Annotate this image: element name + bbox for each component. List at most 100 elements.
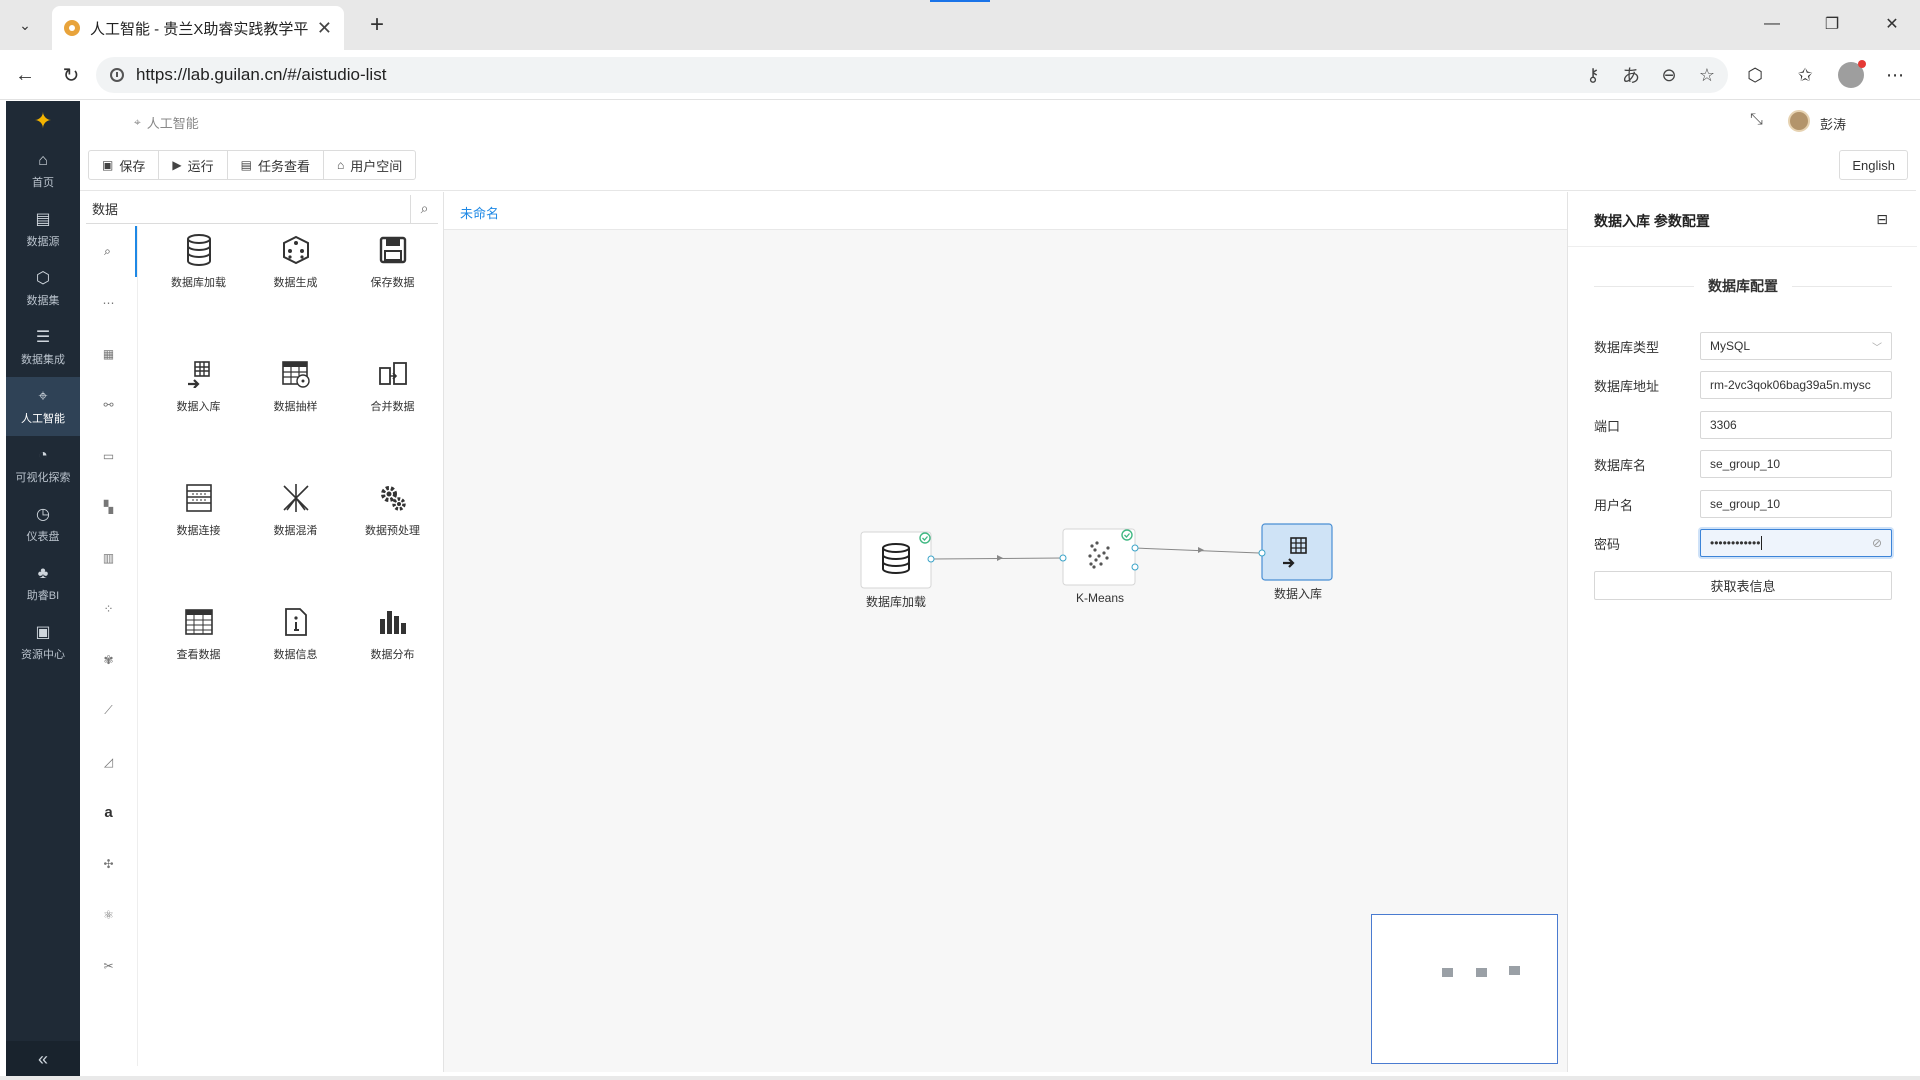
- more-menu-icon[interactable]: ⋯: [1880, 60, 1910, 90]
- category-atom-icon[interactable]: ⚛: [80, 889, 137, 940]
- sidebar-item-data-integration[interactable]: ☰ 数据集成: [6, 318, 80, 377]
- category-tools-icon[interactable]: ✂: [80, 940, 137, 991]
- eye-slash-icon[interactable]: ⊘: [1872, 536, 1882, 550]
- node-label: 数据入库: [1274, 587, 1323, 601]
- sidebar-item-home[interactable]: ⌂ 首页: [6, 141, 80, 200]
- dice-icon: [278, 232, 314, 268]
- task-view-button[interactable]: ▤ 任务查看: [228, 151, 324, 179]
- sidebar-item-dataset[interactable]: ⬡ 数据集: [6, 259, 80, 318]
- field-db-type: 数据库类型 MySQL ﹀: [1594, 332, 1892, 360]
- browser-tab-active[interactable]: 人工智能 - 贵兰X助睿实践教学平台 ✕: [52, 6, 344, 50]
- reload-icon[interactable]: ↻: [56, 60, 86, 90]
- section-label: 数据库配置: [1708, 278, 1778, 294]
- field-db-address: 数据库地址 rm-2vc3qok06bag39a5n.mysc: [1594, 371, 1892, 399]
- category-card-icon[interactable]: ▭: [80, 430, 137, 481]
- canvas-minimap[interactable]: [1371, 914, 1558, 1064]
- username-input[interactable]: se_group_10: [1700, 490, 1892, 518]
- component-label: 数据库加载: [171, 277, 226, 289]
- category-link-icon[interactable]: ⚯: [80, 379, 137, 430]
- collapse-sidebar-icon[interactable]: «: [6, 1041, 80, 1077]
- node-database-load[interactable]: [860, 531, 935, 589]
- component-data-info[interactable]: 数据信息: [247, 588, 344, 712]
- sidebar-item-visual-explore[interactable]: ◔ 可视化探索: [6, 436, 80, 495]
- url-text[interactable]: https://lab.guilan.cn/#/aistudio-list: [136, 65, 386, 85]
- password-input[interactable]: •••••••••••• ⊘: [1700, 529, 1892, 557]
- output-port[interactable]: [927, 555, 935, 563]
- db-address-input[interactable]: rm-2vc3qok06bag39a5n.mysc: [1700, 371, 1892, 399]
- component-data-generate[interactable]: 数据生成: [247, 216, 344, 340]
- app-logo-icon[interactable]: ✦: [6, 101, 80, 141]
- input-port[interactable]: [1059, 554, 1067, 562]
- save-button[interactable]: ▣ 保存: [89, 151, 160, 179]
- category-table-icon[interactable]: ▦: [80, 328, 137, 379]
- output-port[interactable]: [1131, 563, 1139, 571]
- workflow-canvas[interactable]: 未命名 数据库加载 K-Means 数据入库: [444, 192, 1567, 1072]
- site-info-icon[interactable]: [110, 68, 124, 82]
- collapse-panel-icon[interactable]: ⊟: [1876, 211, 1888, 228]
- sidebar-item-datasource[interactable]: ▤ 数据源: [6, 200, 80, 259]
- component-label: 数据抽样: [273, 401, 318, 413]
- sidebar-item-ai[interactable]: ⌖ 人工智能: [6, 377, 80, 436]
- tab-close-icon[interactable]: ✕: [317, 18, 332, 39]
- run-button[interactable]: ▶ 运行: [159, 151, 228, 179]
- category-cluster-icon[interactable]: ✾: [80, 634, 137, 685]
- category-ellipsis-icon[interactable]: ⋯: [80, 277, 137, 328]
- section-heading: 数据库配置: [1594, 276, 1892, 296]
- visual-explore-icon: ◔: [38, 446, 48, 464]
- port-input[interactable]: 3306: [1700, 411, 1892, 439]
- zoom-out-icon[interactable]: ⊖: [1658, 65, 1680, 86]
- sidebar-item-bi[interactable]: ♣ 助睿BI: [6, 554, 80, 613]
- profile-avatar-icon[interactable]: [1836, 60, 1866, 90]
- component-view-data[interactable]: 查看数据: [150, 588, 247, 712]
- favorite-star-icon[interactable]: ☆: [1696, 65, 1718, 86]
- password-key-icon[interactable]: ⚷: [1582, 65, 1604, 86]
- new-tab-plus-icon[interactable]: +: [362, 10, 392, 40]
- tab-list-chevron-icon[interactable]: ⌄: [10, 10, 40, 40]
- category-network-icon[interactable]: ✣: [80, 838, 137, 889]
- category-scatter-icon[interactable]: ⁘: [80, 583, 137, 634]
- extensions-icon[interactable]: ⬡: [1740, 60, 1770, 90]
- db-type-select[interactable]: MySQL ﹀: [1700, 332, 1892, 360]
- language-switch-button[interactable]: English: [1839, 150, 1908, 180]
- component-data-storage[interactable]: 数据入库: [150, 340, 247, 464]
- merge-icon: [375, 356, 411, 392]
- component-merge-data[interactable]: 合并数据: [344, 340, 441, 464]
- sidebar-item-label: 仪表盘: [26, 530, 60, 543]
- category-area-chart-icon[interactable]: ◿: [80, 736, 137, 787]
- sidebar-item-label: 助睿BI: [26, 589, 60, 602]
- component-data-sample[interactable]: 数据抽样: [247, 340, 344, 464]
- datasource-icon: ▤: [35, 210, 51, 228]
- component-data-join[interactable]: 数据连接: [150, 464, 247, 588]
- component-database-load[interactable]: 数据库加载: [150, 216, 247, 340]
- category-bar-icon[interactable]: ▥: [80, 532, 137, 583]
- fullscreen-icon[interactable]: ⤡: [1750, 111, 1763, 129]
- node-data-storage[interactable]: [1258, 523, 1333, 581]
- favorites-list-icon[interactable]: ✩: [1790, 60, 1820, 90]
- category-search-icon[interactable]: ⌕: [80, 226, 137, 277]
- node-kmeans[interactable]: [1059, 528, 1139, 586]
- component-data-preprocess[interactable]: 数据预处理: [344, 464, 441, 588]
- edge-kmeans-to-storage: [1134, 547, 1260, 554]
- back-arrow-icon[interactable]: ←: [10, 60, 40, 90]
- user-name[interactable]: 彭涛: [1820, 114, 1846, 133]
- text-cursor: [1761, 536, 1763, 550]
- user-space-button[interactable]: ⌂ 用户空间: [324, 151, 415, 179]
- component-save-data[interactable]: 保存数据: [344, 216, 441, 340]
- output-port[interactable]: [1131, 544, 1139, 552]
- close-window-icon[interactable]: ✕: [1872, 10, 1912, 38]
- db-name-input[interactable]: se_group_10: [1700, 450, 1892, 478]
- minimize-window-icon[interactable]: —: [1752, 10, 1792, 38]
- address-bar[interactable]: https://lab.guilan.cn/#/aistudio-list ⚷ …: [96, 57, 1728, 93]
- category-line-chart-icon[interactable]: ⟋: [80, 685, 137, 736]
- sidebar-item-dashboard[interactable]: ◷ 仪表盘: [6, 495, 80, 554]
- input-port[interactable]: [1258, 549, 1266, 557]
- fetch-table-info-button[interactable]: 获取表信息: [1594, 571, 1892, 600]
- category-text-icon[interactable]: a: [80, 787, 137, 838]
- restore-window-icon[interactable]: ❐: [1812, 10, 1852, 38]
- user-avatar[interactable]: [1788, 110, 1810, 132]
- sidebar-item-resource-center[interactable]: ▣ 资源中心: [6, 613, 80, 672]
- translate-icon[interactable]: あ: [1620, 62, 1642, 88]
- component-data-shuffle[interactable]: 数据混淆: [247, 464, 344, 588]
- component-data-distribution[interactable]: 数据分布: [344, 588, 441, 712]
- category-grid-icon[interactable]: ▚: [80, 481, 137, 532]
